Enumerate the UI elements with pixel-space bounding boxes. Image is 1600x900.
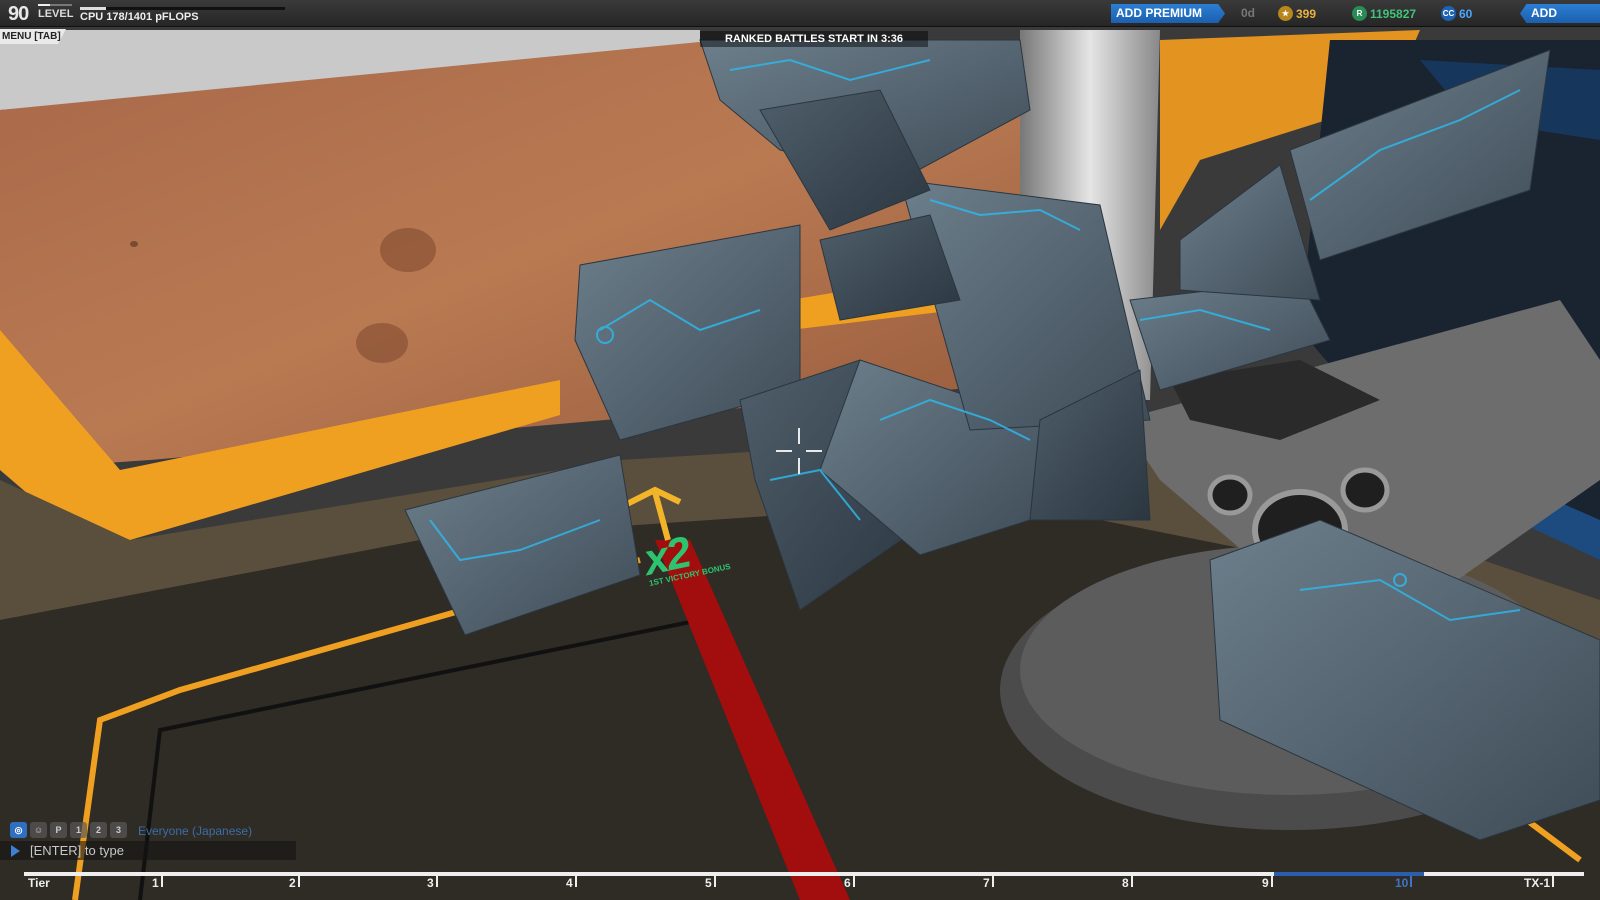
cosmetic-credits-counter: CC 60 <box>1441 4 1472 23</box>
ranked-battles-banner: RANKED BATTLES START IN 3:36 <box>700 31 928 47</box>
chat-placeholder: [ENTER] to type <box>30 843 124 858</box>
tier-tick-2: 2 <box>289 876 300 890</box>
chat-channel-label: Everyone (Japanese) <box>138 824 253 838</box>
social-chat-icon[interactable]: ☺ <box>30 822 47 838</box>
tier-tick-9: 9 <box>1262 876 1273 890</box>
robits-icon: R <box>1352 6 1367 21</box>
add-funds-button[interactable]: ADD FUNDS <box>1520 4 1600 23</box>
cpu-usage-bar <box>80 7 285 10</box>
premium-days: 0d <box>1241 6 1256 20</box>
level-progress-bar <box>38 4 72 6</box>
tech-points-icon: ★ <box>1278 6 1293 21</box>
menu-tab-button[interactable]: MENU [TAB] <box>0 29 66 44</box>
chat-panel: ◎ ☺ P 1 2 3 Everyone (Japanese) [ENTER] … <box>0 820 300 860</box>
cpu-usage-fill <box>80 7 107 10</box>
tier-tick-7: 7 <box>983 876 994 890</box>
level-value: 90 <box>8 3 29 25</box>
tier-bar: Tier 1 2 3 4 5 6 7 8 9 10 TX-1 <box>24 872 1592 900</box>
tech-points-counter: ★ 399 <box>1278 4 1316 23</box>
chat-input[interactable]: [ENTER] to type <box>0 841 296 860</box>
party-chat-icon[interactable]: P <box>50 822 67 838</box>
team-3-chat-icon[interactable]: 3 <box>110 822 127 838</box>
cpu-label: CPU 178/1401 pFLOPS <box>80 11 199 23</box>
tier-tick-4: 4 <box>566 876 577 890</box>
global-chat-icon[interactable]: ◎ <box>10 822 27 838</box>
add-premium-button[interactable]: ADD PREMIUM <box>1111 4 1225 23</box>
chat-arrow-icon <box>11 845 20 857</box>
level-label: LEVEL <box>38 8 74 20</box>
tier-tick-3: 3 <box>427 876 438 890</box>
tier-tick-10: 10 <box>1395 876 1413 890</box>
robits-counter: R 1195827 <box>1352 4 1416 23</box>
chat-channel-tabs: ◎ ☺ P 1 2 3 <box>10 822 127 838</box>
cosmetic-credits-icon: CC <box>1441 6 1456 21</box>
crosshair-icon <box>776 428 822 474</box>
tier-label-start: Tier <box>28 876 50 890</box>
tier-tick-6: 6 <box>844 876 855 890</box>
tier-tick-5: 5 <box>705 876 716 890</box>
robits-value: 1195827 <box>1370 6 1417 21</box>
tech-points-value: 399 <box>1296 6 1317 21</box>
level-progress-fill <box>38 4 50 6</box>
tier-tick-tx1: TX-1 <box>1524 876 1555 890</box>
tier-tick-8: 8 <box>1122 876 1133 890</box>
tier-tick-1: 1 <box>152 876 163 890</box>
team-2-chat-icon[interactable]: 2 <box>90 822 107 838</box>
cosmetic-credits-value: 60 <box>1459 6 1473 21</box>
team-1-chat-icon[interactable]: 1 <box>70 822 87 838</box>
top-bar: 90 LEVEL CPU 178/1401 pFLOPS ADD PREMIUM… <box>0 0 1600 27</box>
